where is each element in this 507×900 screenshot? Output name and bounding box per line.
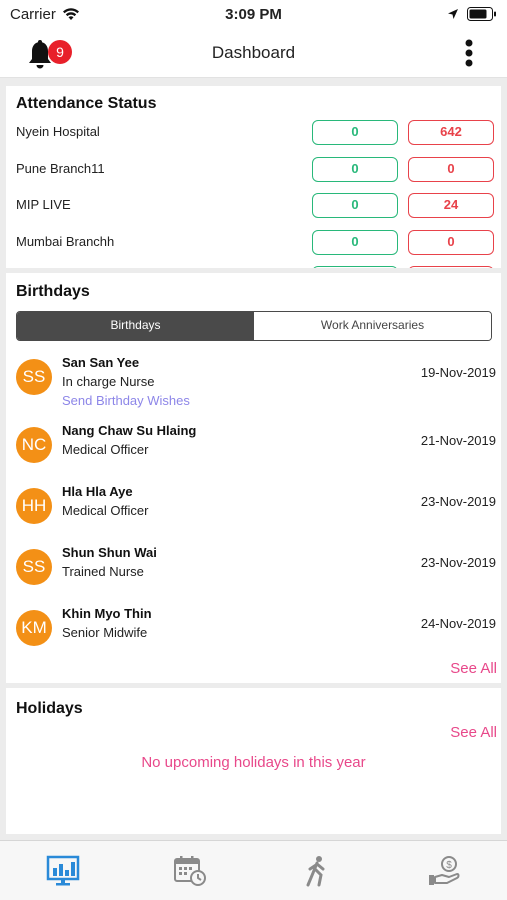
birthdays-card: Birthdays Birthdays Work Anniversaries S… xyxy=(6,273,501,683)
status-right xyxy=(447,7,497,21)
person-name: Hla Hla Aye xyxy=(62,484,133,499)
avatar: SS xyxy=(16,359,52,395)
wifi-icon xyxy=(62,8,79,20)
attendance-row[interactable]: Mumbai Branchh 0 0 xyxy=(16,230,494,256)
absent-count[interactable]: 0 xyxy=(408,157,494,182)
person-name: San San Yee xyxy=(62,355,140,370)
notifications-button[interactable]: 9 xyxy=(26,36,72,70)
present-count[interactable]: 0 xyxy=(312,120,398,145)
branch-name: Pune Branch11 xyxy=(16,161,105,176)
birthday-date: 24-Nov-2019 xyxy=(420,616,496,631)
branch-name: Nyein Hospital xyxy=(16,124,100,139)
birthday-date: 23-Nov-2019 xyxy=(420,555,496,570)
attendance-row[interactable]: Pune Branch11 0 0 xyxy=(16,157,494,183)
send-birthday-wishes-link[interactable]: Send Birthday Wishes xyxy=(62,393,190,408)
absent-count[interactable]: 0 xyxy=(408,230,494,255)
tab-work-anniversaries[interactable]: Work Anniversaries xyxy=(254,312,491,340)
more-options-button[interactable] xyxy=(461,38,477,68)
person-name: Shun Shun Wai xyxy=(62,545,157,560)
holidays-card: Holidays See All No upcoming holidays in… xyxy=(6,688,501,834)
birthday-date: 19-Nov-2019 xyxy=(420,365,496,380)
present-count[interactable]: 0 xyxy=(312,157,398,182)
tab-activity[interactable] xyxy=(254,841,381,900)
walking-person-icon xyxy=(306,855,325,886)
page-title: Dashboard xyxy=(211,42,296,62)
battery-icon xyxy=(467,7,496,21)
avatar: SS xyxy=(16,549,52,585)
holidays-see-all-link[interactable]: See All xyxy=(450,724,497,741)
hand-money-icon: $ xyxy=(428,855,460,885)
birthdays-title: Birthdays xyxy=(16,283,90,300)
avatar: NC xyxy=(16,427,52,463)
avatar: KM xyxy=(16,610,52,646)
attendance-row[interactable]: MIP LIVE 0 24 xyxy=(16,193,494,219)
vertical-dots-icon xyxy=(465,39,473,67)
person-role: Medical Officer xyxy=(62,503,149,518)
birthdays-see-all-link[interactable]: See All xyxy=(450,660,497,677)
attendance-row-partial[interactable] xyxy=(16,266,494,268)
absent-count[interactable]: 642 xyxy=(408,120,494,145)
bottom-tab-bar: $ xyxy=(0,840,507,900)
tab-dashboard[interactable] xyxy=(0,841,127,900)
avatar: HH xyxy=(16,488,52,524)
tab-payroll[interactable]: $ xyxy=(380,841,507,900)
person-name: Khin Myo Thin xyxy=(62,606,152,621)
attendance-row[interactable]: Nyein Hospital 0 642 xyxy=(16,120,494,146)
status-bar: Carrier 3:09 PM xyxy=(0,0,507,28)
branch-name: MIP LIVE xyxy=(16,197,71,212)
present-count[interactable]: 0 xyxy=(312,193,398,218)
attendance-card: Attendance Status Nyein Hospital 0 642 P… xyxy=(6,86,501,268)
attendance-title: Attendance Status xyxy=(16,95,157,112)
location-arrow-icon xyxy=(448,9,458,19)
person-role: Senior Midwife xyxy=(62,625,148,640)
person-role: In charge Nurse xyxy=(62,374,155,389)
app-header: 9 Dashboard xyxy=(0,28,507,78)
present-count-partial[interactable] xyxy=(312,266,398,268)
birthday-date: 23-Nov-2019 xyxy=(420,494,496,509)
tab-birthdays[interactable]: Birthdays xyxy=(17,312,254,340)
absent-count[interactable]: 24 xyxy=(408,193,494,218)
tab-attendance-calendar[interactable] xyxy=(127,841,254,900)
person-role: Medical Officer xyxy=(62,442,149,457)
person-role: Trained Nurse xyxy=(62,564,144,579)
birthday-segmented-control[interactable]: Birthdays Work Anniversaries xyxy=(16,311,492,341)
notification-badge: 9 xyxy=(48,40,72,64)
dashboard-chart-icon xyxy=(47,855,80,885)
holidays-title: Holidays xyxy=(16,700,83,717)
person-name: Nang Chaw Su Hlaing xyxy=(62,423,197,438)
branch-name: Mumbai Branchh xyxy=(16,234,115,249)
absent-count-partial[interactable] xyxy=(408,266,494,268)
empty-holidays-message: No upcoming holidays in this year xyxy=(141,754,366,771)
status-left: Carrier xyxy=(10,6,80,23)
present-count[interactable]: 0 xyxy=(312,230,398,255)
svg-text:$: $ xyxy=(446,860,452,871)
carrier-label: Carrier xyxy=(10,5,56,23)
birthday-date: 21-Nov-2019 xyxy=(420,433,496,448)
calendar-clock-icon xyxy=(174,855,207,886)
